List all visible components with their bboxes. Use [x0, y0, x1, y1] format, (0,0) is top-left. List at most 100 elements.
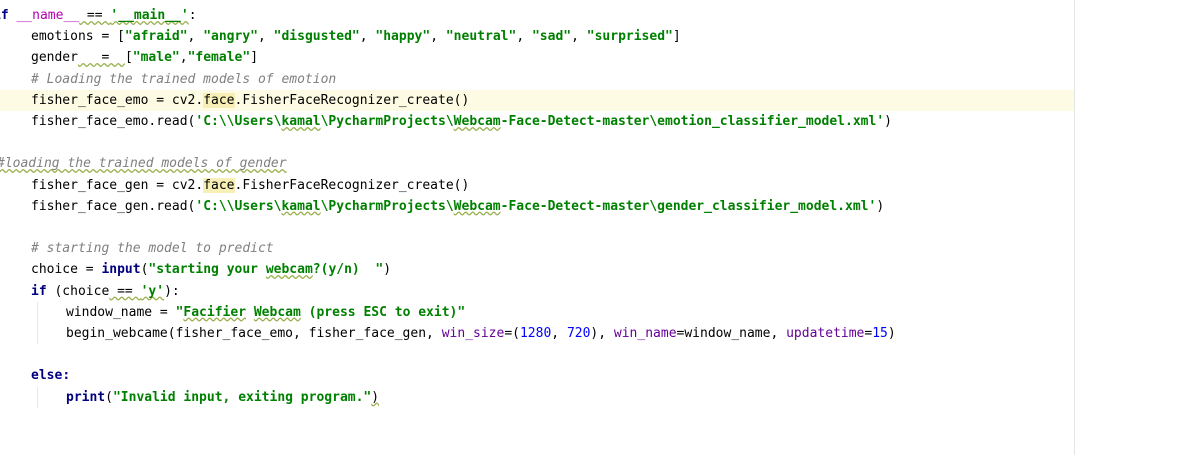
code-token: 'y' — [140, 283, 165, 299]
code-text: fisher_face_gen.read('C:\\Users\kamal\Py… — [31, 196, 884, 217]
code-token: print — [66, 389, 106, 405]
code-token: , — [551, 326, 567, 341]
code-token: else — [31, 368, 63, 384]
code-token: fisher_face_emo = cv2. — [31, 92, 204, 108]
code-text: #loading the trained models of gender — [0, 153, 287, 174]
line-comment-emotion[interactable]: # Loading the trained models of emotion — [0, 69, 1075, 90]
code-token: -Face-Detect-master\gender_classifier_mo… — [500, 198, 877, 214]
code-token: webcam — [265, 262, 313, 278]
code-token: "starting your — [148, 262, 266, 278]
code-token: 15 — [872, 326, 888, 341]
code-token: [ — [124, 50, 133, 66]
line-if-choice[interactable]: if (choice == 'y'): — [0, 281, 1075, 302]
code-token: #loading the trained models of gender — [0, 156, 287, 172]
line-fisher-emo-create[interactable]: fisher_face_emo = cv2.face.FisherFaceRec… — [0, 89, 1075, 111]
code-token: 720 — [566, 326, 591, 341]
code-token: emotions = [ — [31, 29, 125, 45]
code-token: "sad" — [531, 29, 572, 45]
indent-guide — [37, 301, 38, 323]
code-token: (press ESC to exit)" — [300, 304, 466, 320]
line-main-guard[interactable]: if __name__ == '__main__': — [0, 5, 1075, 26]
line-comment-predict[interactable]: # starting the model to predict — [0, 238, 1075, 259]
code-token: # Loading the trained models of emotion — [31, 71, 337, 87]
code-token: ( — [105, 389, 113, 405]
code-token: .FisherFaceRecognizer_create() — [234, 177, 470, 193]
code-token: fisher_face_emo.read( — [31, 114, 196, 129]
line-blank-2[interactable] — [0, 217, 1075, 238]
code-token: -Face-Detect-master\emotion_classifier_m… — [500, 114, 885, 129]
code-editor[interactable]: if __name__ == '__main__':emotions = ["a… — [0, 0, 1075, 455]
code-token: kamal — [281, 114, 321, 129]
line-choice[interactable]: choice = input("starting your webcam?(y/… — [0, 259, 1075, 280]
code-token: : — [62, 368, 71, 384]
line-begin-webcame[interactable]: begin_webcame(fisher_face_emo, fisher_fa… — [0, 323, 1075, 344]
code-token: == — [79, 8, 111, 23]
code-token: Webcam — [253, 304, 301, 320]
code-text: begin_webcame(fisher_face_emo, fisher_fa… — [66, 323, 896, 344]
line-blank-1[interactable] — [0, 132, 1075, 153]
line-fisher-gen-create[interactable]: fisher_face_gen = cv2.face.FisherFaceRec… — [0, 175, 1075, 196]
code-token: "female" — [187, 50, 251, 66]
code-token: "afraid" — [124, 29, 188, 45]
code-token: 'C:\\Users\ — [195, 114, 282, 129]
code-token: = — [77, 50, 125, 66]
code-token: __name__ — [16, 8, 80, 23]
indent-guide — [37, 386, 38, 408]
code-token: win_name — [613, 326, 677, 341]
code-text: print("Invalid input, exiting program.") — [66, 387, 379, 408]
line-emotions[interactable]: emotions = ["afraid", "angry", "disguste… — [0, 26, 1075, 47]
code-token: ] — [250, 50, 259, 66]
code-token: face — [203, 177, 235, 193]
line-print[interactable]: print("Invalid input, exiting program.") — [0, 386, 1075, 408]
code-token: ) — [371, 389, 380, 405]
code-token: "neutral" — [445, 29, 517, 45]
code-token: # starting the model to predict — [31, 241, 274, 257]
code-token: kamal — [281, 198, 321, 214]
code-token: ) — [876, 198, 885, 214]
code-token: "surprised" — [586, 29, 673, 45]
code-token: "Invalid input, exiting program." — [112, 389, 372, 405]
line-blank-3[interactable] — [0, 344, 1075, 365]
code-token: fisher_face_gen = cv2. — [31, 177, 204, 193]
code-token: win_size — [441, 326, 505, 341]
code-token: input — [101, 262, 141, 278]
line-fisher-gen-read[interactable]: fisher_face_gen.read('C:\\Users\kamal\Py… — [0, 196, 1075, 217]
code-token: "angry" — [203, 29, 258, 45]
code-token: "happy" — [375, 29, 431, 45]
code-token: fisher_face_gen.read( — [31, 198, 196, 214]
code-text: if __name__ == '__main__': — [0, 5, 197, 26]
code-text: emotions = ["afraid", "angry", "disguste… — [31, 26, 681, 47]
code-token: if — [0, 8, 9, 23]
line-window-name[interactable]: window_name = "Facifier Webcam (press ES… — [0, 301, 1075, 323]
code-token: choice = — [31, 262, 102, 278]
code-text: else: — [31, 365, 70, 386]
code-text: choice = input("starting your webcam?(y/… — [31, 259, 391, 280]
code-token: ?(y/n) " — [312, 262, 384, 278]
code-token: ): — [164, 283, 180, 299]
code-token: gender — [31, 50, 78, 66]
code-token: \PycharmProjects\ — [320, 198, 454, 214]
code-token: ] — [672, 29, 681, 45]
code-token: ) — [383, 262, 392, 278]
code-token: , — [571, 29, 587, 45]
line-comment-gender[interactable]: #loading the trained models of gender — [0, 153, 1075, 174]
code-token: begin_webcame(fisher_face_emo, fisher_fa… — [66, 326, 442, 341]
code-text: if (choice == 'y'): — [31, 281, 180, 302]
code-text: window_name = "Facifier Webcam (press ES… — [66, 302, 465, 323]
line-gender[interactable]: gender = ["male","female"] — [0, 47, 1075, 68]
right-margin-guide — [1074, 0, 1075, 455]
code-token: ) — [887, 326, 896, 341]
code-token: : — [188, 8, 197, 23]
line-fisher-emo-read[interactable]: fisher_face_emo.read('C:\\Users\kamal\Py… — [0, 111, 1075, 132]
code-token: window_name = — [66, 304, 176, 320]
code-token: ), — [590, 326, 614, 341]
code-token: ) — [884, 114, 892, 129]
code-token: 'C:\\Users\ — [195, 198, 282, 214]
code-token: , — [258, 29, 274, 45]
code-text: # starting the model to predict — [31, 238, 274, 259]
code-token: , — [430, 29, 446, 45]
code-token: =( — [504, 326, 520, 341]
code-token: updatetime — [786, 326, 865, 341]
line-else[interactable]: else: — [0, 365, 1075, 386]
